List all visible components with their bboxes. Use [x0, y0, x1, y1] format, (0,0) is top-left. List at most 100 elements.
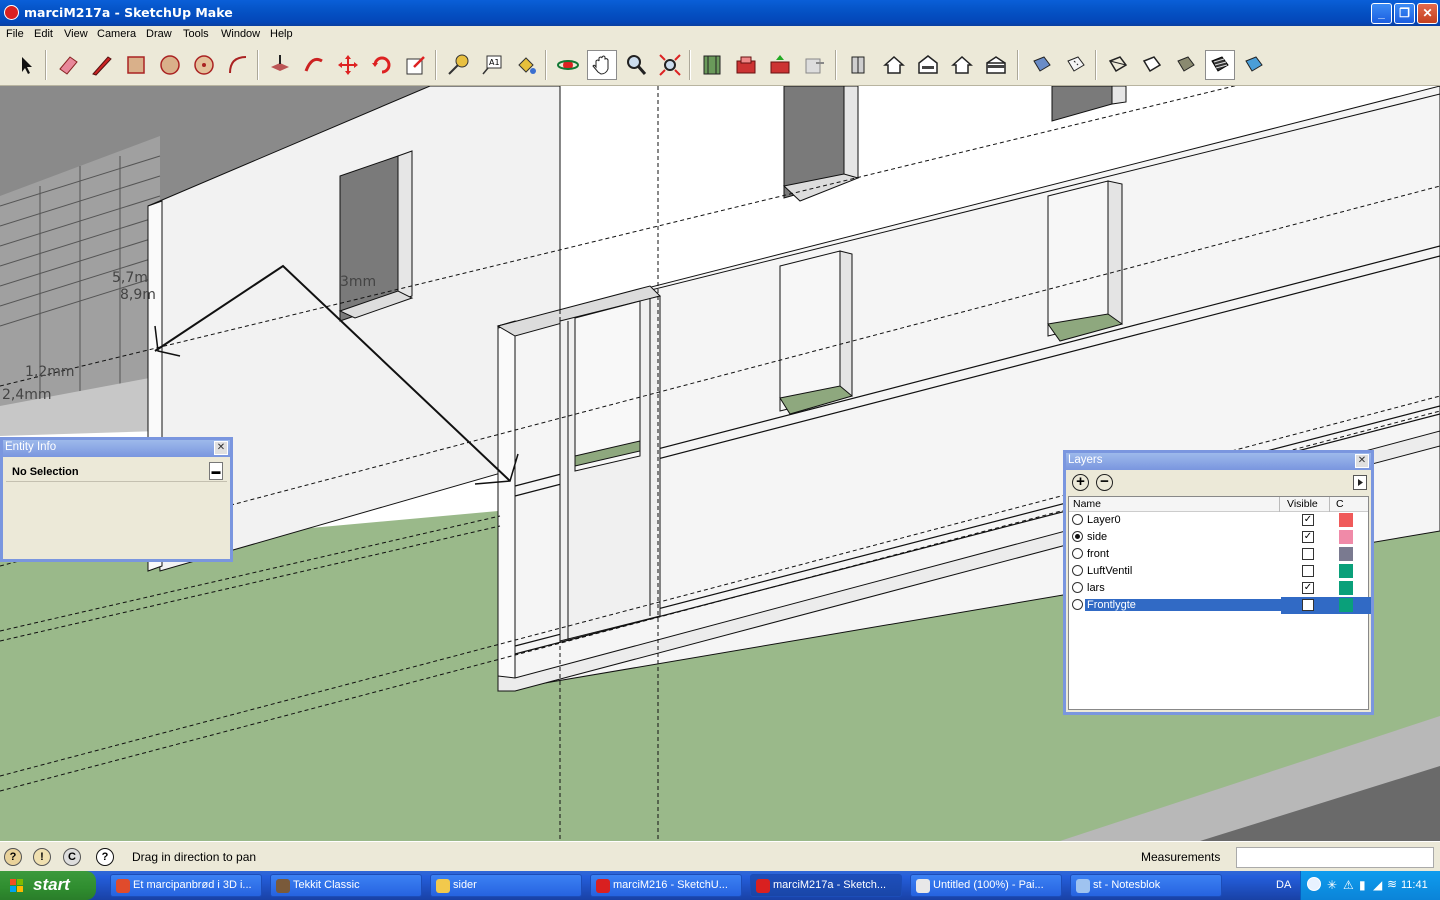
layer-radio[interactable] — [1072, 599, 1083, 610]
credits-icon[interactable]: ! — [33, 848, 51, 866]
layer-radio[interactable] — [1072, 548, 1083, 559]
menu-edit[interactable]: Edit — [34, 28, 53, 40]
layer-row[interactable]: LuftVentil — [1069, 563, 1368, 580]
orbit-icon[interactable] — [553, 50, 583, 80]
right-view-icon[interactable] — [947, 50, 977, 80]
layer-visible-checkbox[interactable] — [1302, 548, 1314, 560]
clock[interactable]: 11:41 — [1401, 879, 1428, 891]
scale-icon[interactable] — [401, 50, 431, 80]
active-layer-radio[interactable] — [1072, 531, 1083, 542]
taskbar-item[interactable]: st - Notesblok — [1070, 874, 1222, 897]
zoom-icon[interactable] — [621, 50, 651, 80]
pencil-icon[interactable] — [87, 50, 117, 80]
rectangle-icon[interactable] — [121, 50, 151, 80]
layer-color-swatch[interactable] — [1339, 581, 1353, 595]
arc-icon[interactable] — [223, 50, 253, 80]
taskbar-item[interactable]: marciM216 - SketchU... — [590, 874, 742, 897]
shaded-icon[interactable] — [1171, 50, 1201, 80]
layer-name[interactable]: Frontlygte — [1085, 599, 1281, 611]
pan-icon[interactable] — [587, 50, 617, 80]
layer-visible-checkbox[interactable] — [1302, 565, 1314, 577]
layer-row[interactable]: side ✓ — [1069, 529, 1368, 546]
xray-icon[interactable] — [1027, 50, 1057, 80]
layer-color-swatch[interactable] — [1339, 513, 1353, 527]
add-layer-icon[interactable]: + — [1072, 474, 1089, 491]
taskbar-item[interactable]: Et marcipanbrød i 3D i... — [110, 874, 262, 897]
tray-expand-icon[interactable] — [1307, 877, 1321, 891]
delete-layer-icon[interactable]: − — [1096, 474, 1113, 491]
layer-name[interactable]: LuftVentil — [1087, 565, 1132, 577]
taskbar-item-active[interactable]: marciM217a - Sketch... — [750, 874, 902, 897]
layer-visible-checkbox[interactable] — [1302, 599, 1314, 611]
volume-icon[interactable]: ◢ — [1373, 878, 1382, 892]
close-icon[interactable]: ✕ — [1355, 454, 1369, 468]
menu-tools[interactable]: Tools — [183, 28, 209, 40]
column-header-visible[interactable]: Visible — [1287, 498, 1318, 510]
column-header-color[interactable]: C — [1336, 498, 1344, 510]
add-location-icon[interactable] — [697, 50, 727, 80]
menu-help[interactable]: Help — [270, 28, 293, 40]
circle-icon[interactable] — [155, 50, 185, 80]
layer-row[interactable]: lars ✓ — [1069, 580, 1368, 597]
layer-color-swatch[interactable] — [1339, 547, 1353, 561]
taskbar-item[interactable]: sider — [430, 874, 582, 897]
text-icon[interactable]: A1 — [477, 50, 507, 80]
menu-draw[interactable]: Draw — [146, 28, 172, 40]
user-icon[interactable]: C — [63, 848, 81, 866]
wifi-icon[interactable]: ≋ — [1387, 877, 1397, 891]
tape-measure-icon[interactable] — [443, 50, 473, 80]
rotate-icon[interactable] — [367, 50, 397, 80]
hidden-line-icon[interactable] — [1137, 50, 1167, 80]
share-component-icon[interactable] — [799, 50, 829, 80]
power-icon[interactable]: ▮ — [1359, 878, 1366, 892]
layer-color-swatch[interactable] — [1339, 530, 1353, 544]
language-indicator[interactable]: DA — [1276, 879, 1291, 891]
layer-color-swatch[interactable] — [1339, 598, 1353, 612]
close-icon[interactable]: ✕ — [214, 441, 228, 455]
minimize-button[interactable]: _ — [1371, 3, 1392, 24]
layer-name[interactable]: front — [1087, 548, 1109, 560]
eraser-icon[interactable] — [53, 50, 83, 80]
shaded-textures-icon[interactable] — [1205, 50, 1235, 80]
front-view-icon[interactable] — [913, 50, 943, 80]
taskbar-item[interactable]: Tekkit Classic — [270, 874, 422, 897]
layer-visible-checkbox[interactable]: ✓ — [1302, 514, 1314, 526]
taskbar-item[interactable]: Untitled (100%) - Pai... — [910, 874, 1062, 897]
select-icon[interactable] — [11, 50, 41, 80]
geo-location-icon[interactable]: ? — [4, 848, 22, 866]
collapse-details-icon[interactable]: ▬ — [209, 462, 223, 480]
get-models-icon[interactable] — [731, 50, 761, 80]
zoom-extents-icon[interactable] — [655, 50, 685, 80]
measurements-input[interactable] — [1236, 847, 1434, 868]
bluetooth-icon[interactable]: ⚠ — [1343, 878, 1354, 892]
menu-file[interactable]: File — [6, 28, 24, 40]
layer-name[interactable]: lars — [1087, 582, 1105, 594]
layer-row[interactable]: Frontlygte — [1069, 597, 1371, 614]
follow-me-icon[interactable] — [299, 50, 329, 80]
close-button[interactable]: ✕ — [1417, 3, 1438, 24]
paint-bucket-icon[interactable] — [511, 50, 541, 80]
layer-row[interactable]: front — [1069, 546, 1368, 563]
top-view-icon[interactable] — [879, 50, 909, 80]
instructor-help-icon[interactable]: ? — [96, 848, 114, 866]
menu-view[interactable]: View — [64, 28, 88, 40]
move-icon[interactable] — [333, 50, 363, 80]
share-model-icon[interactable] — [765, 50, 795, 80]
entity-info-title-bar[interactable]: Entity Info ✕ — [3, 440, 230, 457]
layer-radio[interactable] — [1072, 565, 1083, 576]
back-edges-icon[interactable] — [1061, 50, 1091, 80]
network-icon[interactable]: ✳ — [1327, 878, 1337, 892]
polygon-icon[interactable] — [189, 50, 219, 80]
layer-name[interactable]: side — [1087, 531, 1107, 543]
layer-radio[interactable] — [1072, 582, 1083, 593]
menu-window[interactable]: Window — [221, 28, 260, 40]
layer-name[interactable]: Layer0 — [1087, 514, 1121, 526]
wireframe-icon[interactable] — [1103, 50, 1133, 80]
monochrome-icon[interactable] — [1239, 50, 1269, 80]
iso-view-icon[interactable] — [843, 50, 873, 80]
maximize-button[interactable]: ❐ — [1394, 3, 1415, 24]
column-header-name[interactable]: Name — [1073, 498, 1101, 510]
details-arrow-icon[interactable] — [1353, 475, 1367, 490]
menu-camera[interactable]: Camera — [97, 28, 136, 40]
layer-visible-checkbox[interactable]: ✓ — [1302, 582, 1314, 594]
